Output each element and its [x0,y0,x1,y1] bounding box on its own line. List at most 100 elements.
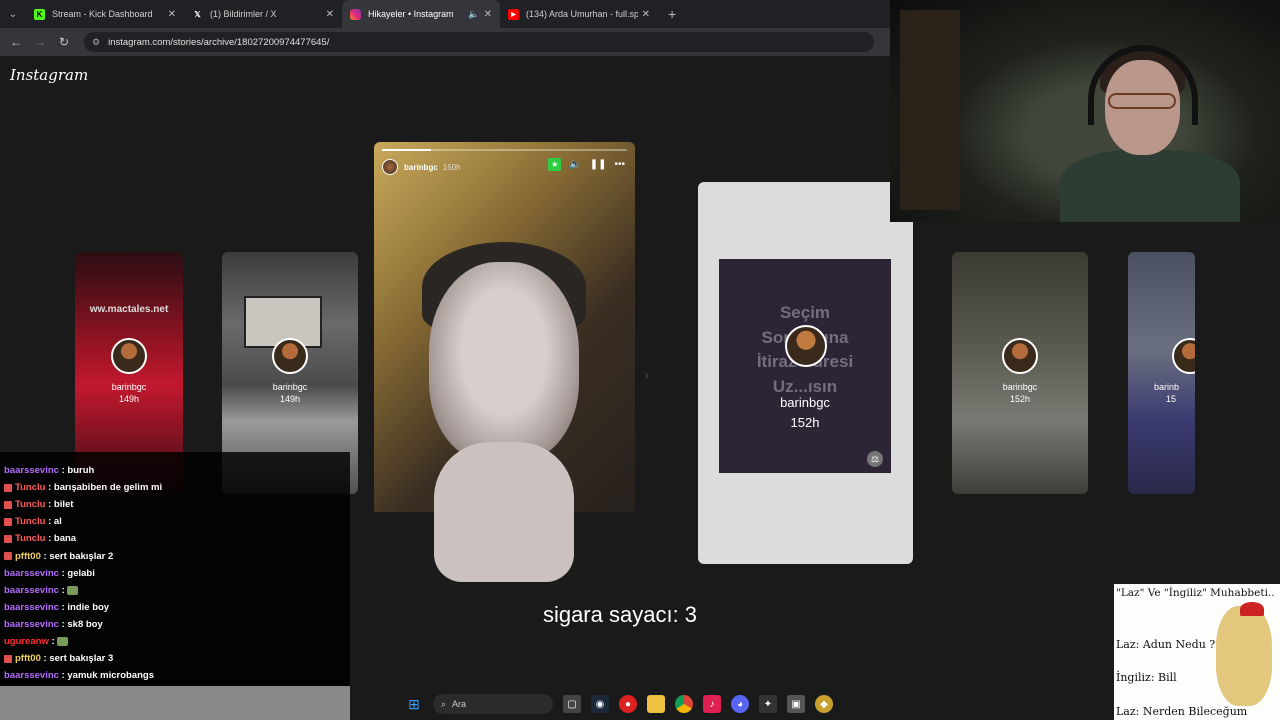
chat-text: indie boy [67,601,110,613]
search-placeholder: Ara [452,699,467,709]
story-controls: ★ 🔈 ❚❚ ••• [548,158,625,171]
tab-title: Hikayeler • Instagram [368,9,454,19]
forward-icon[interactable]: → [28,35,52,49]
close-icon[interactable]: ✕ [326,9,334,20]
chat-message: baarssevinc : [4,584,79,596]
chrome-icon[interactable] [675,695,693,713]
meme-overlay: "Laz" Ve "İngiliz" Muhabbeti.. Laz: Adun… [1114,584,1280,720]
reload-icon[interactable]: ↻ [52,35,76,49]
chat-overlay: baarssevinc : buruh Tunclu : barışabiben … [0,452,350,720]
chat-text: sert bakışlar 3 [49,653,114,665]
youtube-icon: ▶ [508,8,519,20]
tab-x[interactable]: 𝕏 (1) Bildirimler / X ✕ [184,0,342,28]
speaker-icon[interactable]: 🔈 [468,9,479,20]
chat-message: baarssevinc : buruh [4,465,94,476]
more-options-icon[interactable]: ••• [614,159,625,170]
close-icon[interactable]: ✕ [642,9,650,20]
chat-separator: : [45,499,54,511]
prev-arrow-icon[interactable]: ‹ [355,368,359,382]
chat-username[interactable]: Tunclu [15,482,45,493]
badge-icon [4,551,12,560]
chat-username[interactable]: pfft00 [15,653,41,664]
emote-icon [67,585,79,595]
chat-username[interactable]: Tunclu [15,499,45,510]
steam-icon[interactable]: ◉ [591,695,609,713]
site-info-icon[interactable]: ⚙ [92,37,100,48]
meme-dog-image [1216,606,1272,706]
close-icon[interactable]: ✕ [168,9,176,20]
chat-text: barışabiben de gelim mi [53,482,163,494]
close-icon[interactable]: ✕ [484,9,492,20]
chat-username[interactable]: Tunclu [15,533,45,544]
thumb-time: 152h [1009,394,1031,404]
tab-kick[interactable]: K Stream - Kick Dashboard ✕ [26,0,184,28]
story-card-next[interactable]: Seçim Son...arına İtiraz Süresi Uz...ısı… [698,182,913,564]
avatar [1002,338,1038,374]
story-thumb[interactable]: barinbgc 152h [952,252,1088,494]
star-icon[interactable]: ★ [548,158,562,171]
tab-search-icon[interactable]: ⌄ [0,0,26,28]
chat-username[interactable]: baarssevinc [4,619,59,630]
chat-username[interactable]: baarssevinc [4,602,59,613]
instagram-logo[interactable]: Instagram [10,66,88,84]
chat-text: al [53,516,62,528]
tab-instagram[interactable]: Hikayeler • Instagram 🔈 ✕ [342,0,500,28]
meme-dog-hat [1240,602,1264,616]
app-red-icon[interactable]: ● [619,695,637,713]
badge-icon [4,500,12,509]
story-progress-fill [382,149,431,151]
url-text: instagram.com/stories/archive/1802720097… [108,36,330,48]
x-icon: 𝕏 [194,9,201,19]
chat-username[interactable]: ugureanw [4,636,49,647]
volume-icon[interactable]: 🔈 [569,159,581,170]
webcam-overlay [890,0,1280,222]
chat-username[interactable]: baarssevinc [4,585,59,596]
tab-youtube[interactable]: ▶ (134) Arda Umurhan - full.spac ✕ [500,0,658,28]
chat-text: sk8 boy [67,618,103,630]
chat-username[interactable]: baarssevinc [4,568,59,579]
discord-icon[interactable]: ◕ [731,695,749,713]
chat-message: baarssevinc : gelabi [4,568,95,579]
chat-message: baarssevinc : indie boy [4,602,109,613]
badge-icon [4,654,12,663]
chat-separator: : [58,584,68,596]
chat-message: Tunclu : barışabiben de gelim mi [4,482,162,493]
story-header: barinbgc 150h [382,159,461,175]
back-icon[interactable]: ← [4,35,28,49]
card-username: barinbgc [780,395,830,410]
headset-icon [1088,45,1198,125]
avatar [785,325,827,367]
avatar[interactable] [382,159,398,175]
story-thumb[interactable]: barinb 15 [1128,252,1195,494]
pause-icon[interactable]: ❚❚ [590,159,607,170]
new-tab-button[interactable]: + [658,6,676,22]
folder-icon[interactable] [647,695,665,713]
url-bar[interactable]: ⚙ instagram.com/stories/archive/18027200… [84,32,874,52]
tab-title: Stream - Kick Dashboard [52,9,153,19]
chat-message: ugureanw : [4,636,69,647]
next-arrow-icon[interactable]: › [645,368,649,382]
chat-username[interactable]: baarssevinc [4,670,59,681]
chat-separator: : [45,482,54,494]
chat-separator: : [45,516,54,528]
story-viewer[interactable]: barinbgc 150h ★ 🔈 ❚❚ ••• [374,142,635,606]
chat-username[interactable]: baarssevinc [4,465,59,476]
taskbar-search[interactable]: ⌕ Ara [433,694,553,714]
chat-username[interactable]: Tunclu [15,516,45,527]
music-icon[interactable]: ♪ [703,695,721,713]
chat-message: baarssevinc : yamuk microbangs [4,670,154,681]
thumb-username: barinbgc [1002,382,1038,392]
app-icon[interactable]: ✦ [759,695,777,713]
story-username[interactable]: barinbgc [404,163,438,172]
task-view-icon[interactable]: ▢ [563,695,581,713]
chat-text: yamuk microbangs [67,670,154,682]
thumb-username: barinbgc [111,382,147,392]
chat-message: pfft00 : sert bakışlar 3 [4,653,113,664]
chat-text: sert bakışlar 2 [49,550,114,562]
windows-start-icon[interactable]: ⊞ [405,695,423,713]
app-icon[interactable]: ◆ [815,695,833,713]
meme-line: Laz: Adun Nedu ? [1116,638,1216,651]
app-icon[interactable]: ▣ [787,695,805,713]
story-card-image: Seçim Son...arına İtiraz Süresi Uz...ısı… [719,259,891,473]
chat-username[interactable]: pfft00 [15,551,41,562]
